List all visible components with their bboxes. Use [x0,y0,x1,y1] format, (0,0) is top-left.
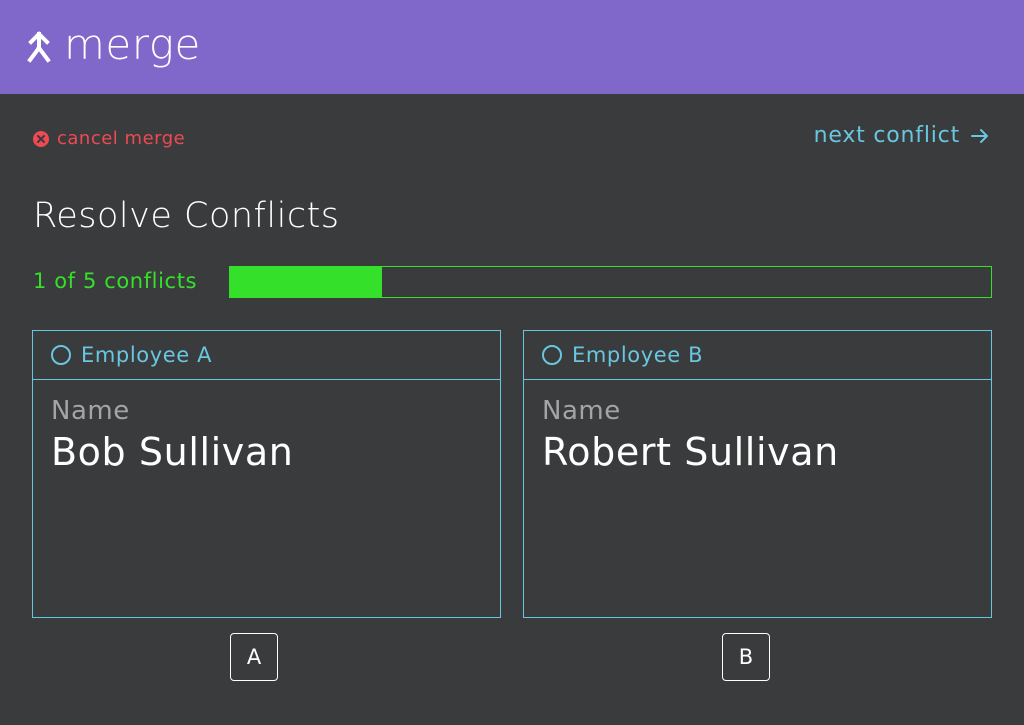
cancel-merge-button[interactable]: cancel merge [33,128,185,149]
option-b-select[interactable]: Employee B [524,331,991,380]
radio-b[interactable] [542,345,562,365]
option-a-field-value: Bob Sullivan [51,430,294,474]
progress-bar [229,266,992,298]
option-a-field-label: Name [51,396,130,426]
next-conflict-button[interactable]: next conflict [814,123,990,148]
cancel-merge-label: cancel merge [57,128,186,149]
page-title: Resolve Conflicts [33,196,340,236]
choose-b-button[interactable]: B [722,633,770,681]
close-circle-icon [33,130,49,147]
progress-label: 1 of 5 conflicts [33,269,198,293]
option-a-select[interactable]: Employee A [33,331,500,380]
app-header: merge [0,0,1024,94]
option-card-a: Employee A Name Bob Sullivan [32,330,501,618]
choose-a-button[interactable]: A [230,633,278,681]
app-name: merge [64,20,201,69]
merge-arrow-icon [27,31,51,63]
option-b-field-label: Name [542,396,621,426]
option-b-field-value: Robert Sullivan [542,430,839,474]
option-a-label: Employee A [81,343,213,367]
progress-fill [230,267,383,297]
next-conflict-label: next conflict [813,123,960,148]
radio-a[interactable] [51,345,71,365]
option-b-label: Employee B [572,343,704,367]
arrow-right-icon [971,128,988,143]
option-card-b: Employee B Name Robert Sullivan [523,330,992,618]
